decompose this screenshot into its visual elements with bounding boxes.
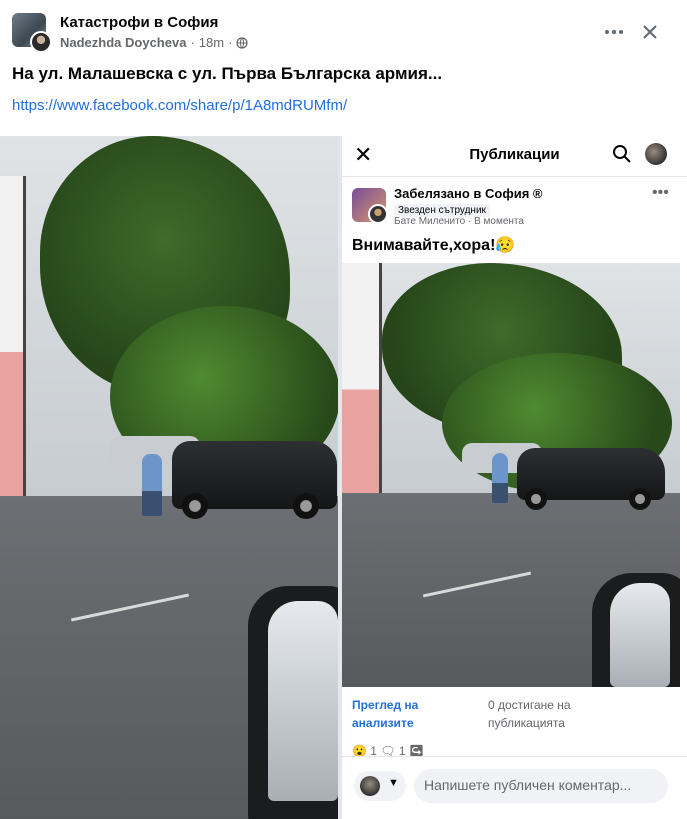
screenshot-comment-bar: ▼ Напишете публичен коментар... bbox=[342, 756, 687, 806]
post-text: На ул. Малашевска с ул. Първа Българска … bbox=[12, 64, 443, 83]
divider bbox=[342, 176, 687, 177]
screenshot-group-name: Забелязано в София ® bbox=[394, 186, 543, 201]
screenshot-comment-avatar: ▼ bbox=[354, 771, 406, 801]
post-link[interactable]: https://www.facebook.com/share/p/1A8mdRU… bbox=[12, 97, 347, 114]
screenshot-accident-photo bbox=[342, 263, 680, 687]
meta-separator: · bbox=[228, 35, 233, 50]
screenshot-insights-link: Преглед на анализите bbox=[352, 698, 419, 730]
accident-photo[interactable] bbox=[0, 136, 338, 819]
meta-separator: · bbox=[467, 216, 472, 227]
wheel bbox=[182, 493, 208, 519]
wheel bbox=[293, 493, 319, 519]
post-header: Катастрофи в София Nadezhda Doycheva · 1… bbox=[0, 0, 687, 60]
screenshot-time: В момента bbox=[474, 216, 524, 227]
post-media[interactable]: ✕ Публикации Забелязано в София ® Звезде… bbox=[0, 136, 687, 819]
group-avatar[interactable] bbox=[12, 13, 52, 53]
close-button[interactable] bbox=[636, 18, 664, 46]
screenshot-profile-avatar bbox=[645, 143, 667, 165]
group-name[interactable]: Катастрофи в София bbox=[60, 14, 218, 31]
screenshot-title: Публикации bbox=[469, 146, 560, 163]
photo-person bbox=[492, 453, 508, 503]
chevron-down-icon: ▼ bbox=[388, 777, 399, 789]
close-icon bbox=[643, 25, 657, 39]
screenshot-author: Бате Миленито bbox=[394, 216, 466, 227]
screenshot-author-avatar bbox=[368, 204, 388, 224]
photo-building bbox=[342, 263, 382, 493]
search-icon bbox=[613, 145, 631, 163]
photo-person bbox=[142, 454, 162, 516]
globe-icon bbox=[236, 36, 249, 49]
screenshot-reach: 0 достигане на публикацията bbox=[488, 698, 571, 730]
meta-separator: · bbox=[190, 35, 195, 50]
author-avatar[interactable] bbox=[30, 31, 52, 53]
more-options-button[interactable] bbox=[600, 18, 628, 46]
screenshot-comment-input: Напишете публичен коментар... bbox=[414, 769, 668, 803]
screenshot-group-avatar bbox=[352, 188, 388, 224]
more-horizontal-icon bbox=[605, 30, 623, 34]
post-time[interactable]: 18m bbox=[199, 35, 224, 50]
screenshot-post-text: Внимавайте,хора!😥 bbox=[352, 237, 516, 254]
post-meta: Nadezhda Doycheva · 18m · bbox=[60, 35, 249, 50]
photo-dark-car bbox=[172, 441, 337, 519]
screenshot-meta: Бате Миленито · В момента bbox=[394, 216, 524, 227]
author-name[interactable]: Nadezhda Doycheva bbox=[60, 35, 186, 50]
wheel bbox=[629, 488, 651, 510]
photo-dark-car bbox=[517, 448, 665, 510]
wheel bbox=[525, 488, 547, 510]
screenshot-image[interactable]: ✕ Публикации Забелязано в София ® Звезде… bbox=[342, 136, 687, 819]
photo-mirror-glass bbox=[268, 601, 338, 801]
photo-mirror-glass bbox=[610, 583, 670, 687]
screenshot-more-icon: ••• bbox=[652, 184, 669, 201]
photo-building bbox=[0, 176, 26, 496]
screenshot-topbar: ✕ Публикации bbox=[342, 136, 687, 174]
avatar bbox=[360, 776, 380, 796]
